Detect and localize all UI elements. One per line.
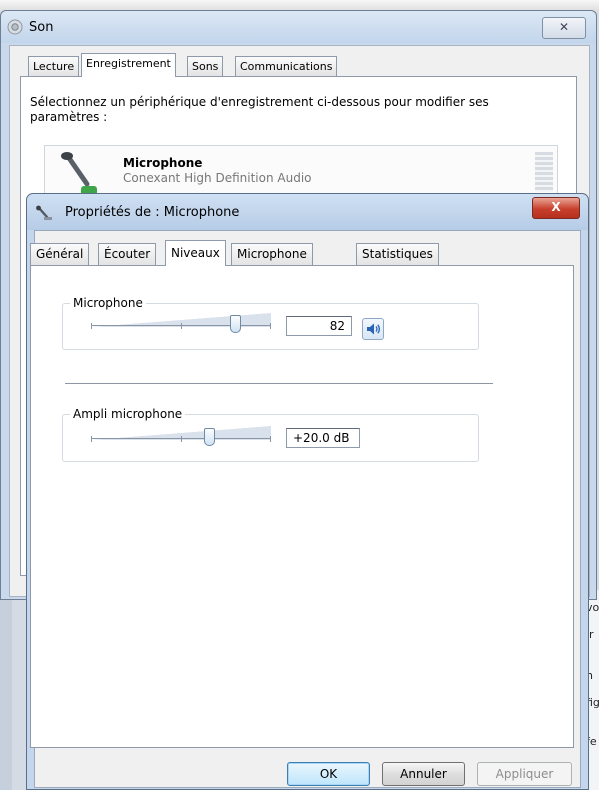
- microphone-icon: [61, 152, 97, 196]
- speaker-volume-icon: [367, 323, 381, 335]
- recording-device-item[interactable]: Microphone Conexant High Definition Audi…: [44, 145, 558, 197]
- ok-button[interactable]: OK: [287, 762, 370, 786]
- slider-tick: [181, 323, 182, 329]
- slider-tick: [181, 436, 182, 442]
- microphone-level-label: Microphone: [70, 296, 146, 310]
- tab-niveaux[interactable]: Niveaux: [165, 240, 226, 266]
- tab-enregistrement[interactable]: Enregistrement: [81, 53, 176, 77]
- tab-general[interactable]: Général: [30, 243, 90, 265]
- cancel-button[interactable]: Annuler: [382, 762, 465, 786]
- microphone-small-icon: [36, 205, 52, 220]
- microphone-level-slider[interactable]: [91, 311, 271, 333]
- properties-titlebar[interactable]: Propriétés de : Microphone X: [27, 194, 588, 230]
- tab-communications[interactable]: Communications: [235, 56, 338, 76]
- microphone-boost-label: Ampli microphone: [70, 407, 186, 421]
- levels-divider: [65, 383, 493, 384]
- tab-sons[interactable]: Sons: [187, 56, 224, 76]
- microphone-level-value[interactable]: 82: [286, 316, 352, 336]
- device-name: Microphone: [123, 156, 203, 170]
- slider-tick: [270, 436, 271, 442]
- slider-tick: [91, 323, 92, 329]
- properties-close-button[interactable]: X: [532, 197, 580, 219]
- speaker-icon: [7, 19, 23, 35]
- slider-tick: [270, 323, 271, 329]
- microphone-boost-value[interactable]: +20.0 dB: [286, 428, 360, 448]
- properties-title: Propriétés de : Microphone: [65, 205, 240, 220]
- device-driver: Conexant High Definition Audio: [123, 171, 312, 185]
- boost-slider-thumb[interactable]: [204, 428, 215, 446]
- slider-tick: [91, 436, 92, 442]
- mute-toggle-button[interactable]: [362, 318, 384, 340]
- device-level-meter: [535, 152, 553, 192]
- tab-lecture[interactable]: Lecture: [28, 56, 80, 76]
- tab-ecouter[interactable]: Écouter: [98, 243, 157, 265]
- son-description: Sélectionnez un périphérique d'enregistr…: [30, 95, 489, 124]
- son-window-title: Son: [29, 20, 54, 35]
- background-left-edge: [0, 590, 12, 790]
- microphone-slider-thumb[interactable]: [230, 315, 241, 333]
- son-titlebar[interactable]: Son ✕: [1, 11, 596, 43]
- son-close-button[interactable]: ✕: [542, 17, 586, 39]
- microphone-boost-slider[interactable]: [91, 424, 271, 446]
- tab-statistiques-avancees[interactable]: Statistiques avancées: [356, 243, 439, 282]
- apply-button[interactable]: Appliquer: [477, 762, 572, 786]
- tab-microphone-effects[interactable]: Microphone Effects: [231, 243, 313, 282]
